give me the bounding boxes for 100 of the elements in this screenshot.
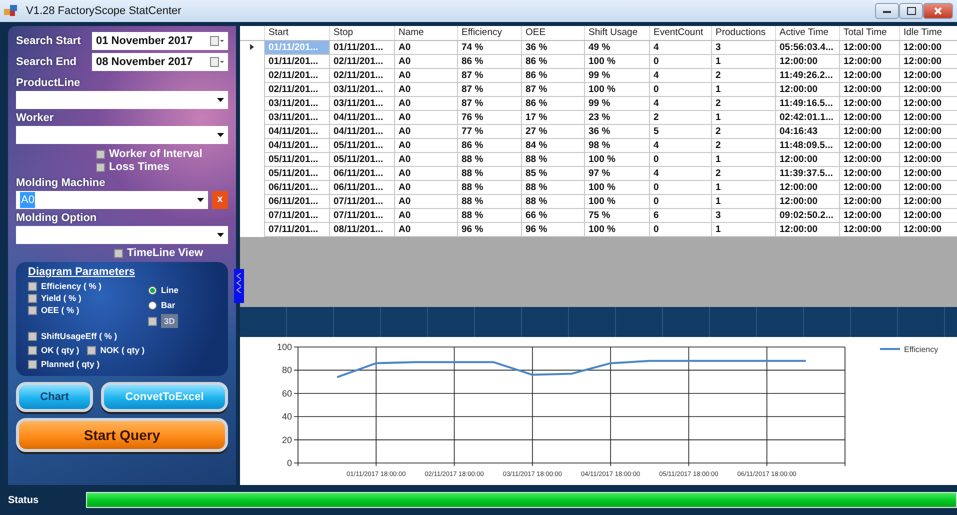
table-cell: 1 [711,180,775,195]
table-cell: 02/11/201... [264,82,329,97]
column-header[interactable]: Productions [711,26,775,41]
table-cell: 85 % [521,166,584,181]
table-cell: 11:48:09.5... [775,138,839,153]
column-header[interactable]: Shift Usage [584,26,649,41]
table-cell: 01/11/201... [329,40,394,55]
table-cell: 88 % [457,152,521,167]
checkbox[interactable] [28,360,37,368]
checkbox[interactable] [28,282,37,290]
column-header[interactable]: EventCount [649,26,711,41]
table-cell: 2 [711,124,775,139]
table-cell: 86 % [457,138,521,153]
table-cell: 03/11/201... [329,82,394,97]
checkbox-label: Yield ( % ) [41,292,82,304]
table-cell: 4 [649,96,711,111]
table-cell: 07/11/201... [264,208,329,223]
radio-button[interactable] [148,300,157,310]
table-cell: 07/11/201... [329,208,394,223]
table-cell: 12:00:00 [899,194,957,209]
field-label: Molding Option [16,212,98,225]
date-picker[interactable]: 08 November 2017 [92,53,228,71]
chart-button[interactable]: Chart [16,382,94,412]
table-cell: 100 % [584,152,649,167]
legend-label: Efficiency [904,345,938,354]
checkbox[interactable] [28,294,37,302]
table-cell: 12:00:00 [899,166,957,181]
table-cell: 04/11/201... [329,110,394,125]
maximize-button[interactable] [899,3,923,19]
collapse-button[interactable] [234,269,244,303]
table-cell: 01/11/201... [264,40,329,55]
checkbox[interactable] [28,306,37,314]
table-cell: 12:00:00 [839,54,899,69]
table-cell: 12:00:00 [899,96,957,111]
column-header[interactable]: Start [264,26,329,41]
row-header[interactable] [240,40,264,55]
table-cell: 88 % [457,180,521,195]
checkbox[interactable] [28,346,37,354]
table-cell: 12:00:00 [899,54,957,69]
table-cell: 12:00:00 [839,68,899,83]
checkbox-label: NOK ( qty ) [100,344,145,356]
calendar-icon [210,36,224,46]
table-cell: 12:00:00 [839,124,899,139]
start-query-button[interactable]: Start Query [16,418,228,452]
minimize-button[interactable] [875,3,899,19]
table-cell: 05:56:03.4... [775,40,839,55]
table-cell: 1 [711,152,775,167]
table-cell: 02/11/201... [329,54,394,69]
table-cell: 03/11/201... [264,96,329,111]
radio-button[interactable] [148,286,157,294]
table-cell: 12:00:00 [775,54,839,69]
checkbox[interactable] [96,163,105,172]
checkbox[interactable] [96,150,105,159]
table-cell: 12:00:00 [775,82,839,97]
caret-icon [197,198,204,202]
table-cell: 75 % [584,208,649,223]
table-cell: 4 [649,68,711,83]
table-cell: 0 [649,152,711,167]
radio-label: Bar [161,299,176,311]
table-cell: 12:00:00 [899,208,957,223]
table-cell: 06/11/201... [264,180,329,195]
chevrons-icon [236,273,242,293]
column-header[interactable]: Efficiency [457,26,521,41]
date-picker[interactable]: 01 November 2017 [92,32,228,50]
table-cell: A0 [394,208,457,223]
checkbox[interactable] [114,249,123,258]
column-header[interactable]: Stop [329,26,394,41]
table-cell: 12:00:00 [775,180,839,195]
clear-button[interactable]: x [212,191,228,209]
checkbox-label: Loss Times [109,161,170,174]
table-cell: 3 [711,208,775,223]
table-cell: A0 [394,82,457,97]
table-cell: 04/11/201... [264,138,329,153]
table-cell: A0 [394,40,457,55]
table-cell: 4 [649,138,711,153]
table-cell: 0 [649,54,711,69]
table-cell: 100 % [584,82,649,97]
caret-icon [217,133,224,137]
table-cell: 87 % [521,82,584,97]
minimize-icon [883,10,891,12]
checkbox-label: OK ( qty ) [41,344,80,356]
table-cell: 12:00:00 [899,124,957,139]
checkbox[interactable] [87,346,96,354]
table-cell: 1 [711,194,775,209]
table-cell: 07/11/201... [329,194,394,209]
table-cell: 05/11/201... [329,152,394,167]
close-button[interactable] [923,3,953,19]
column-header[interactable]: Idle Time [899,26,957,41]
table-cell: 0 [649,194,711,209]
table-cell: A0 [394,110,457,125]
table-cell: 36 % [521,40,584,55]
column-header[interactable]: Total Time [839,26,899,41]
column-header[interactable]: Active Time [775,26,839,41]
table-cell: 12:00:00 [899,40,957,55]
table-cell: 12:00:00 [899,110,957,125]
checkbox[interactable] [28,332,37,340]
column-header[interactable]: Name [394,26,457,41]
table-cell: 88 % [521,194,584,209]
column-header[interactable]: OEE [521,26,584,41]
axis-label: 80 [282,365,292,376]
